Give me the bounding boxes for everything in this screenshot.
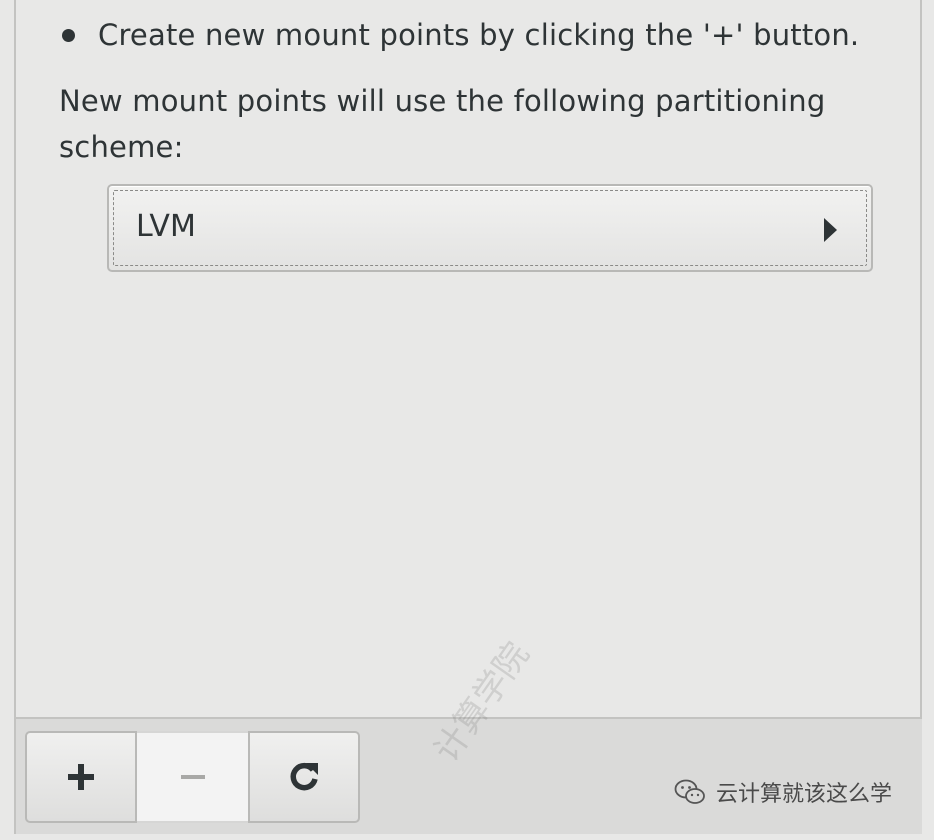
wechat-watermark: 云计算就该这么学 xyxy=(674,776,892,808)
scheme-description: New mount points will use the following … xyxy=(59,84,826,164)
wechat-icon xyxy=(674,779,705,804)
plus-icon xyxy=(68,764,94,790)
focus-ring xyxy=(113,190,867,266)
instruction-bullet-text: Create new mount points by clicking the … xyxy=(98,18,860,52)
minus-icon xyxy=(181,775,205,779)
add-mount-point-button[interactable] xyxy=(25,731,137,823)
mount-point-toolbar: 云计算就该这么学 xyxy=(16,717,922,834)
refresh-icon xyxy=(290,762,318,791)
partition-scheme-combo[interactable]: LVM xyxy=(107,184,873,272)
remove-mount-point-button[interactable] xyxy=(137,731,249,823)
chevron-right-icon xyxy=(824,218,837,242)
refresh-button[interactable] xyxy=(248,731,360,823)
instruction-bullet: Create new mount points by clicking the … xyxy=(62,18,859,52)
watermark-text: 云计算就该这么学 xyxy=(715,782,892,807)
partition-scheme-value: LVM xyxy=(136,209,196,244)
bullet-dot-icon xyxy=(62,28,75,42)
